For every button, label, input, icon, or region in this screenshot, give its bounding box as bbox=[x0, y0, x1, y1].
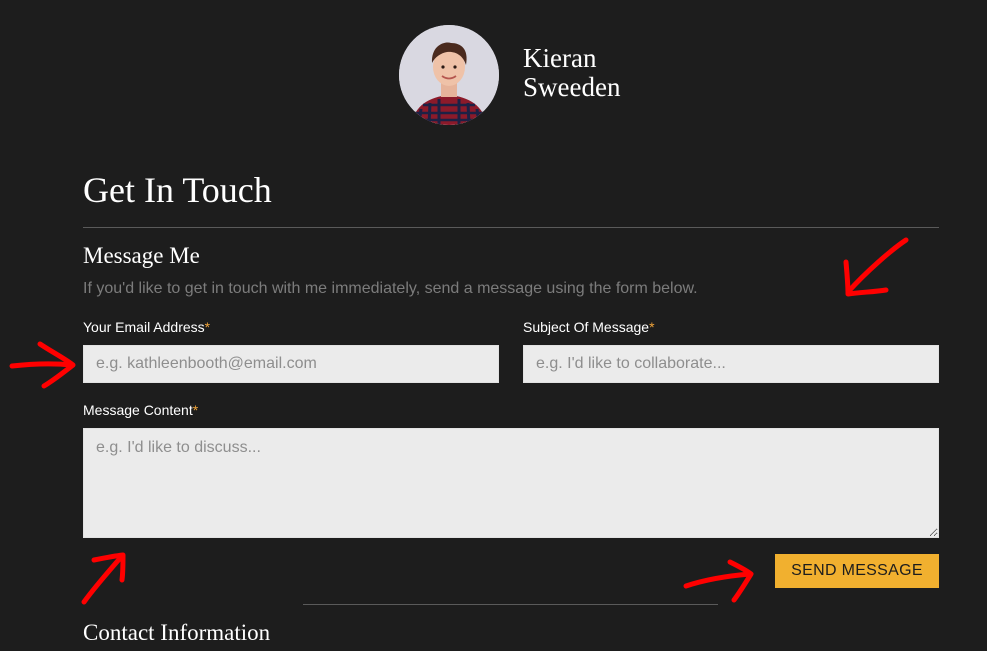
red-arrow-icon bbox=[683, 559, 754, 603]
site-name-first: Kieran bbox=[523, 43, 597, 73]
site-header: Kieran Sweeden bbox=[0, 0, 987, 140]
message-label: Message Content* bbox=[83, 402, 198, 419]
form-section-title: Message Me bbox=[83, 243, 200, 268]
subject-label: Subject Of Message* bbox=[523, 319, 655, 336]
title-divider bbox=[83, 227, 939, 228]
message-textarea[interactable] bbox=[83, 428, 939, 538]
red-arrow-icon bbox=[81, 552, 126, 605]
message-label-text: Message Content bbox=[83, 402, 193, 418]
required-marker: * bbox=[192, 402, 199, 418]
avatar-photo bbox=[399, 25, 499, 125]
email-field[interactable] bbox=[83, 345, 499, 383]
required-marker: * bbox=[204, 319, 211, 335]
contact-info-title: Contact Information bbox=[83, 620, 271, 645]
email-label: Your Email Address* bbox=[83, 319, 210, 336]
red-arrow-icon bbox=[843, 237, 909, 297]
subject-field[interactable] bbox=[523, 345, 939, 383]
send-message-button[interactable]: SEND MESSAGE bbox=[775, 554, 939, 588]
page-title: Get In Touch bbox=[83, 170, 272, 210]
form-description: If you'd like to get in touch with me im… bbox=[83, 280, 698, 297]
profile-avatar[interactable] bbox=[399, 25, 499, 125]
site-name-last: Sweeden bbox=[523, 72, 621, 102]
red-arrow-icon bbox=[9, 341, 76, 389]
required-marker: * bbox=[649, 319, 655, 335]
site-name[interactable]: Kieran Sweeden bbox=[523, 44, 663, 102]
email-label-text: Your Email Address bbox=[83, 319, 205, 335]
subject-label-text: Subject Of Message bbox=[523, 319, 650, 335]
section-divider bbox=[303, 604, 718, 605]
